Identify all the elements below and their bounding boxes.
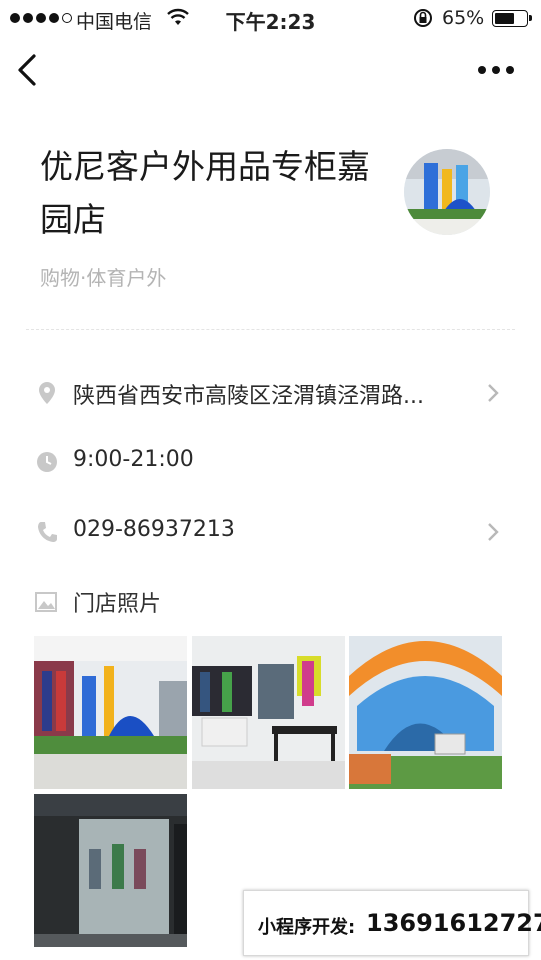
phone-row[interactable]: 029-86937213 (0, 512, 541, 552)
more-options-button[interactable] (478, 58, 522, 82)
status-bar: 中国电信 下午2:23 65% (0, 0, 541, 36)
chevron-right-icon (488, 523, 499, 541)
store-photo[interactable] (349, 636, 502, 789)
navigation-bar (0, 44, 541, 100)
back-button[interactable] (14, 52, 44, 88)
clock-icon (37, 452, 57, 472)
battery-percent: 65% (442, 7, 485, 29)
phone-icon (38, 522, 57, 542)
chevron-right-icon (488, 384, 499, 402)
more-dot-icon (492, 66, 500, 74)
developer-phone: 13691612727 (366, 909, 541, 937)
opening-hours: 9:00-21:00 (73, 447, 194, 472)
address-row[interactable]: 陕西省西安市高陵区泾渭镇泾渭路... (0, 373, 541, 413)
more-dot-icon (478, 66, 486, 74)
store-photo[interactable] (34, 794, 187, 947)
shop-category: 购物·体育户外 (40, 266, 167, 290)
store-photo[interactable] (34, 636, 187, 789)
developer-label: 小程序开发: (258, 917, 356, 938)
store-photo[interactable] (192, 636, 345, 789)
shop-avatar[interactable] (404, 149, 490, 235)
developer-contact-badge[interactable]: 小程序开发: 13691612727 (243, 890, 541, 956)
address-text: 陕西省西安市高陵区泾渭镇泾渭路... (73, 384, 424, 409)
more-dot-icon (506, 66, 514, 74)
location-pin-icon (39, 382, 55, 404)
shop-name: 优尼客户外用品专柜嘉园店 (40, 147, 370, 239)
chevron-left-icon (18, 54, 36, 86)
store-photos-label: 门店照片 (73, 592, 162, 617)
phone-number: 029-86937213 (73, 517, 235, 542)
rotation-lock-icon (414, 9, 432, 27)
image-icon (35, 592, 57, 612)
battery-icon (492, 10, 532, 27)
hours-row: 9:00-21:00 (0, 442, 541, 482)
section-divider (26, 329, 515, 330)
